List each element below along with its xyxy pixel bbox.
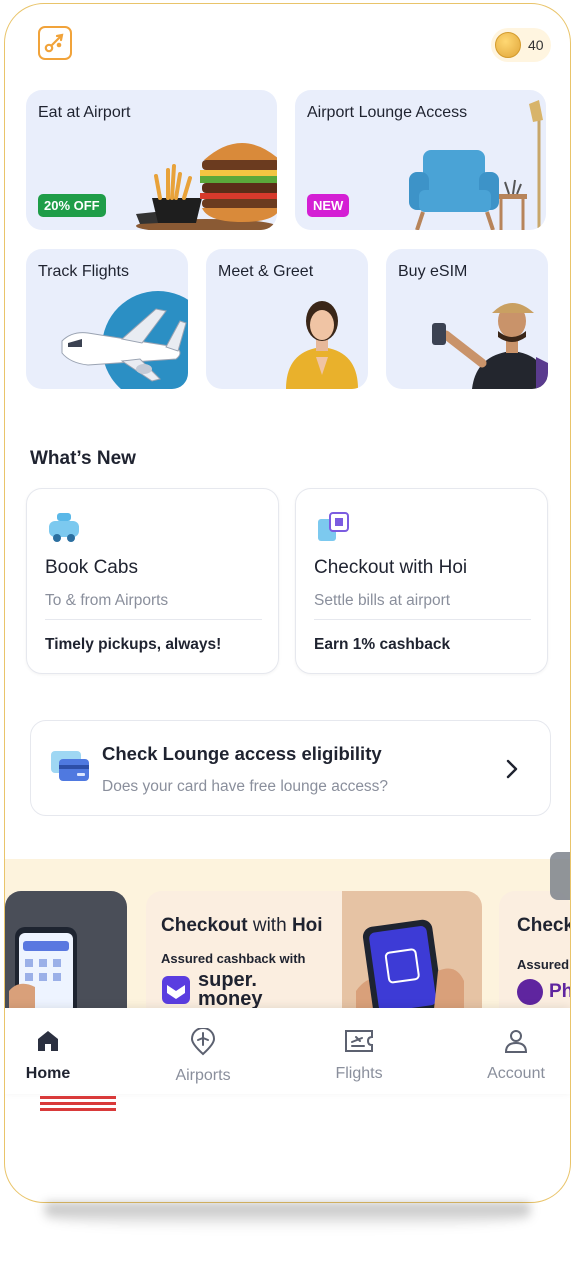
super-money-wordmark: super. money (198, 970, 263, 1009)
tile-title: Meet & Greet (218, 263, 314, 280)
flag-icon (40, 1096, 116, 1111)
lounge-eligibility-subtitle: Does your card have free lounge access? (102, 778, 389, 795)
airport-pin-icon (190, 1027, 216, 1056)
super-money-logo-icon (162, 976, 190, 1004)
home-icon (38, 1031, 58, 1051)
phone-in-hand-illustration (9, 927, 77, 1009)
nav-account[interactable]: Account (466, 1028, 566, 1083)
tile-title: Buy eSIM (398, 263, 468, 280)
discount-badge: 20% OFF (38, 194, 106, 217)
app-logo-icon[interactable] (38, 26, 72, 60)
boarding-pass-icon (345, 1030, 373, 1052)
nav-airports[interactable]: Airports (153, 1027, 253, 1085)
tile-track-flights[interactable]: Track Flights (26, 249, 188, 389)
tile-meet-and-greet[interactable]: Meet & Greet (206, 249, 368, 389)
nav-flights[interactable]: Flights (309, 1028, 409, 1083)
card-footer: Earn 1% cashback (314, 636, 451, 653)
phone-frame: 40 Eat at Airport 20% OFF Airport Lounge (4, 3, 571, 1203)
promo-card-previous[interactable] (5, 891, 127, 1009)
card-title: Book Cabs (45, 557, 138, 578)
tile-airport-lounge-access[interactable]: Airport Lounge Access NEW (295, 90, 546, 230)
nav-label: Airports (175, 1067, 231, 1084)
card-subtitle: To & from Airports (45, 592, 169, 609)
traveler-illustration (432, 303, 548, 389)
coin-icon (495, 32, 521, 58)
card-footer: Timely pickups, always! (45, 636, 222, 653)
promo-subtitle: Assured c (517, 957, 570, 972)
nav-label: Home (25, 1065, 71, 1082)
qr-scan-icon (318, 512, 349, 541)
card-checkout-with-hoi[interactable]: Checkout with Hoi Settle bills at airpor… (295, 488, 548, 674)
greeter-illustration (286, 301, 358, 389)
section-title-whats-new: What’s New (30, 448, 136, 469)
frame-shadow (45, 1203, 530, 1229)
promo-subtitle: Assured cashback with (161, 951, 306, 966)
card-book-cabs[interactable]: Book Cabs To & from Airports Timely pick… (26, 488, 279, 674)
lounge-chair-illustration (409, 100, 543, 230)
brand-line: money (198, 988, 263, 1009)
coin-balance[interactable]: 40 (491, 28, 551, 62)
promo-title: Check (517, 915, 570, 936)
credit-card-icon (51, 751, 89, 781)
cab-icon (49, 513, 79, 542)
phone-payment-illustration (356, 919, 464, 1009)
tile-title: Eat at Airport (38, 104, 131, 121)
promo-title: Checkout with Hoi (161, 915, 323, 937)
lounge-eligibility-card[interactable]: Check Lounge access eligibility Does you… (30, 720, 551, 816)
promo-title-part: with (252, 915, 287, 936)
floating-scan-button[interactable] (550, 852, 570, 900)
promo-title-part: Checkout (161, 915, 248, 936)
food-illustration (136, 143, 277, 230)
card-title: Checkout with Hoi (314, 557, 468, 578)
phonepe-logo-icon (517, 979, 543, 1005)
nav-label: Flights (335, 1065, 383, 1082)
tile-eat-at-airport[interactable]: Eat at Airport 20% OFF (26, 90, 277, 230)
airplane-illustration (61, 291, 188, 389)
divider (45, 619, 262, 620)
nav-home[interactable]: Home (5, 1028, 98, 1083)
coin-count: 40 (528, 37, 544, 53)
lounge-eligibility-title: Check Lounge access eligibility (102, 743, 382, 764)
tile-title: Track Flights (38, 263, 129, 280)
promo-title-part: Hoi (291, 915, 323, 936)
card-subtitle: Settle bills at airport (314, 592, 451, 609)
promo-card-checkout-hoi[interactable]: Checkout with Hoi Assured cashback with … (146, 891, 482, 1009)
promo-brand: Ph (549, 981, 570, 1002)
user-icon (504, 1030, 528, 1053)
chevron-right-icon[interactable] (505, 759, 519, 779)
divider (314, 619, 531, 620)
promo-card-next[interactable]: Check Assured c Ph (499, 891, 570, 1009)
new-badge: NEW (307, 194, 350, 217)
tile-buy-esim[interactable]: Buy eSIM (386, 249, 548, 389)
nav-label: Account (487, 1065, 545, 1082)
bottom-navigation: Home Airports Flights Account (5, 1008, 570, 1094)
